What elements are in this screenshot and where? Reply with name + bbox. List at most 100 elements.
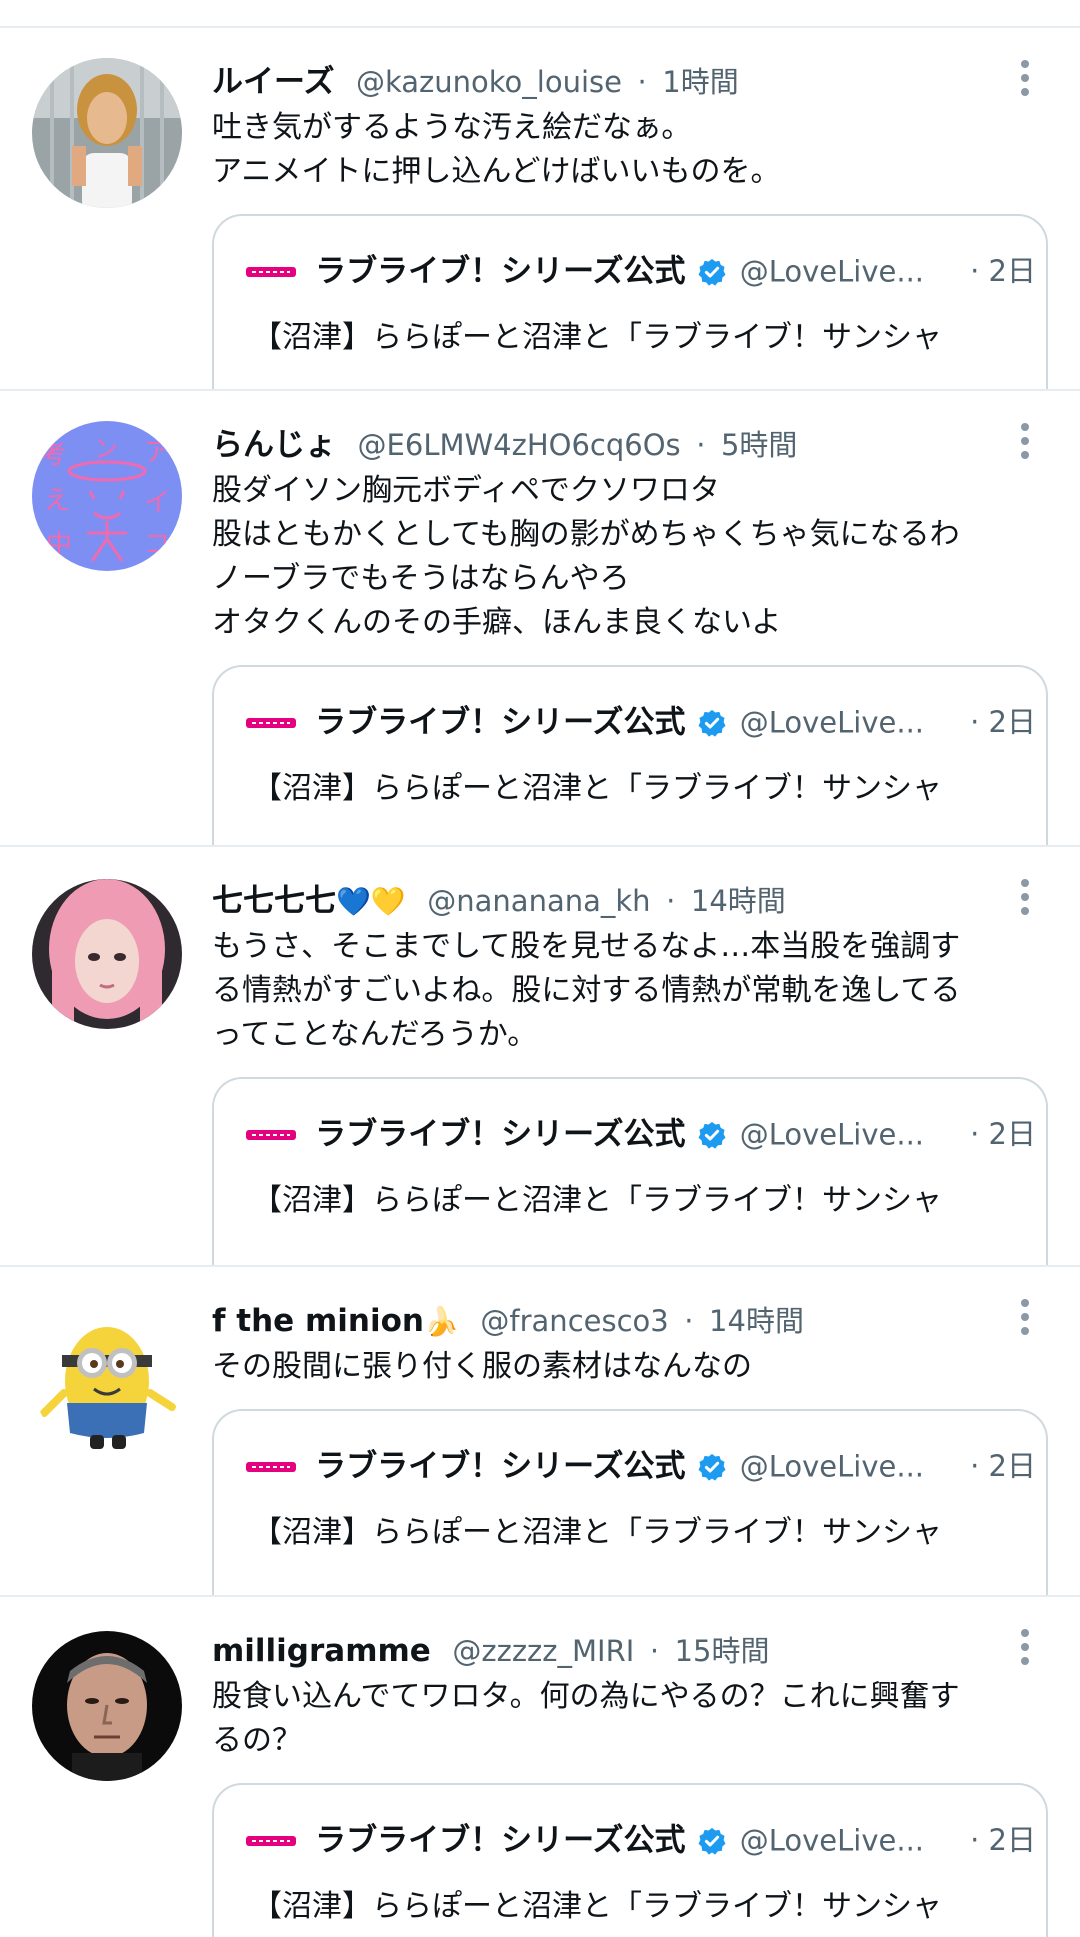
tweet-text-line: その股間に張り付く服の素材はなんなの: [212, 1349, 752, 1384]
minion-character-icon: [32, 1303, 182, 1453]
timestamp[interactable]: 14時間: [709, 1304, 804, 1338]
tweet[interactable]: f the minion🍌 @francesco3 · 14時間 その股間に張り…: [0, 1267, 1080, 1597]
timestamp[interactable]: 1時間: [662, 65, 738, 99]
verified-badge-icon: [698, 709, 726, 737]
display-name[interactable]: f the minion: [212, 1303, 424, 1339]
tweet-text: もうさ、そこまでして股を見せるなよ…本当股を強調す る情熱がすごいよね。股に対す…: [212, 925, 1042, 1057]
quoted-tweet-header: ラブライブ！シリーズ公式 @LoveLive... · 2日: [246, 1109, 1036, 1159]
timestamp[interactable]: 5時間: [721, 428, 797, 462]
quoted-tweet[interactable]: ラブライブ！シリーズ公式 @LoveLive... · 2日 【沼津】ららぽーと…: [212, 665, 1048, 847]
separator: ·: [666, 884, 676, 918]
tweet-content: ルイーズ @kazunoko_louise · 1時間 吐き気がするような汚え絵…: [212, 58, 1048, 391]
quoted-tweet[interactable]: ラブライブ！シリーズ公式 @LoveLive... · 2日 【沼津】ららぽーと…: [212, 1077, 1048, 1267]
timestamp[interactable]: 14時間: [691, 884, 786, 918]
user-photo-icon: [32, 1631, 182, 1781]
svg-text:イ: イ: [144, 488, 170, 518]
tweet-header: f the minion🍌 @francesco3 · 14時間: [212, 1297, 1042, 1345]
quoted-tweet-header: ラブライブ！シリーズ公式 @LoveLive... · 2日: [246, 1815, 1036, 1865]
quoted-tweet[interactable]: ラブライブ！シリーズ公式 @LoveLive... · 2日 【沼津】ららぽーと…: [212, 214, 1048, 391]
svg-text:中: 中: [46, 530, 72, 560]
quoted-tweet-text: 【沼津】ららぽーと沼津と「ラブライブ！サンシャ: [252, 1515, 942, 1550]
tweet[interactable]: 考 ン ア え イ 中 コ らんじょ @E6LMW4zHO6cq6Os · 5時…: [0, 391, 1080, 847]
quoted-tweet-text: 【沼津】ららぽーと沼津と「ラブライブ！サンシャ: [252, 1183, 942, 1218]
tweet-text-line: ノーブラでもそうはならんやろ: [212, 561, 630, 596]
tweet-content: 七七七七💙💛 @nananana_kh · 14時間 もうさ、そこまでして股を見…: [212, 877, 1048, 1267]
user-photo-icon: [32, 58, 182, 208]
quoted-display-name: ラブライブ！シリーズ公式: [315, 1822, 686, 1859]
display-name[interactable]: milligramme: [212, 1633, 431, 1669]
avatar[interactable]: [32, 1631, 182, 1781]
quoted-tweet-header: ラブライブ！シリーズ公式 @LoveLive... · 2日: [246, 697, 1036, 747]
timeline-feed: ルイーズ @kazunoko_louise · 1時間 吐き気がするような汚え絵…: [0, 0, 1080, 1937]
avatar[interactable]: [32, 1303, 182, 1453]
tweet-text-line: 股食い込んでてワロタ。何の為にやるの？これに興奮す: [212, 1679, 960, 1714]
quoted-handle: @LoveLive...: [739, 705, 925, 740]
tweet[interactable]: ルイーズ @kazunoko_louise · 1時間 吐き気がするような汚え絵…: [0, 28, 1080, 391]
display-name[interactable]: ルイーズ: [212, 64, 334, 100]
tweet-text-line: オタクくんのその手癖、ほんま良くないよ: [212, 605, 782, 640]
tweet-text-line: 股はともかくとしても胸の影がめちゃくちゃ気になるわ: [212, 517, 960, 552]
separator: ·: [637, 65, 647, 99]
quoted-tweet-text: 【沼津】ららぽーと沼津と「ラブライブ！サンシャ: [252, 320, 942, 355]
separator: ·: [696, 428, 706, 462]
quoted-tweet-text: 【沼津】ららぽーと沼津と「ラブライブ！サンシャ: [252, 1889, 942, 1924]
tweet-text: 股食い込んでてワロタ。何の為にやるの？これに興奮す るの？: [212, 1675, 1042, 1763]
tweet-text-line: アニメイトに押し込んどけばいいものを。: [212, 154, 781, 189]
verified-badge-icon: [698, 258, 726, 286]
avatar[interactable]: 考 ン ア え イ 中 コ: [32, 421, 182, 571]
quoted-display-name: ラブライブ！シリーズ公式: [315, 253, 686, 290]
tweet-text-line: 股ダイソン胸元ボディペでクソワロタ: [212, 473, 720, 508]
lovelive-logo-icon: [246, 1461, 296, 1472]
quoted-tweet-text: 【沼津】ららぽーと沼津と「ラブライブ！サンシャ: [252, 771, 942, 806]
quoted-tweet[interactable]: ラブライブ！シリーズ公式 @LoveLive... · 2日 【沼津】ららぽーと…: [212, 1409, 1048, 1597]
avatar[interactable]: [32, 58, 182, 208]
svg-text:え: え: [44, 486, 70, 516]
quoted-timestamp: · 2日: [966, 1109, 1036, 1159]
tweet-header: 七七七七💙💛 @nananana_kh · 14時間: [212, 877, 1042, 925]
lovelive-logo-icon: [246, 717, 296, 728]
lovelive-logo-icon: [246, 1835, 296, 1846]
tweet-content: milligramme @zzzzz_MIRI · 15時間 股食い込んでてワロ…: [212, 1627, 1048, 1937]
tweet-text-line: るの？: [212, 1723, 302, 1758]
quoted-timestamp: · 2日: [966, 246, 1036, 296]
quoted-display-name: ラブライブ！シリーズ公式: [315, 1448, 686, 1485]
tweet[interactable]: 七七七七💙💛 @nananana_kh · 14時間 もうさ、そこまでして股を見…: [0, 847, 1080, 1267]
svg-text:考: 考: [40, 440, 66, 470]
tweet-content: f the minion🍌 @francesco3 · 14時間 その股間に張り…: [212, 1297, 1048, 1597]
user-handle[interactable]: @francesco3: [480, 1304, 668, 1338]
user-handle[interactable]: @kazunoko_louise: [356, 65, 622, 99]
quoted-handle: @LoveLive...: [739, 254, 925, 289]
separator: ·: [649, 1634, 660, 1668]
tweet-text: 股ダイソン胸元ボディペでクソワロタ 股はともかくとしても胸の影がめちゃくちゃ気に…: [212, 469, 1042, 645]
verified-badge-icon: [698, 1827, 726, 1855]
doodle-drawing-avatar-icon: 考 ン ア え イ 中 コ: [32, 421, 182, 571]
quoted-timestamp: · 2日: [966, 1815, 1036, 1865]
tweet-text: その股間に張り付く服の素材はなんなの: [212, 1345, 1042, 1389]
avatar[interactable]: [32, 879, 182, 1029]
quoted-tweet-header: ラブライブ！シリーズ公式 @LoveLive... · 2日: [246, 1441, 1036, 1491]
separator: ·: [684, 1304, 694, 1338]
display-name[interactable]: らんじょ: [212, 427, 336, 463]
tweet-text: 吐き気がするような汚え絵だなぁ。 アニメイトに押し込んどけばいいものを。: [212, 106, 1042, 194]
name-emoji: 🍌: [423, 1305, 459, 1338]
quoted-handle: @LoveLive...: [739, 1117, 925, 1152]
lovelive-logo-icon: [246, 1129, 296, 1140]
quoted-tweet-header: ラブライブ！シリーズ公式 @LoveLive... · 2日: [246, 246, 1036, 296]
quoted-handle: @LoveLive...: [739, 1823, 925, 1858]
timestamp[interactable]: 15時間: [675, 1634, 770, 1668]
tweet-text-line: ってことなんだろうか。: [212, 1017, 538, 1052]
user-handle[interactable]: @zzzzz_MIRI: [452, 1634, 634, 1668]
quoted-display-name: ラブライブ！シリーズ公式: [315, 1116, 686, 1153]
tweet-text-line: もうさ、そこまでして股を見せるなよ…本当股を強調す: [212, 929, 961, 964]
svg-text:ア: ア: [144, 438, 170, 468]
name-emoji: 💙💛: [336, 885, 406, 918]
display-name[interactable]: 七七七七: [212, 883, 336, 919]
quoted-tweet[interactable]: ラブライブ！シリーズ公式 @LoveLive... · 2日 【沼津】ららぽーと…: [212, 1783, 1048, 1937]
tweet[interactable]: milligramme @zzzzz_MIRI · 15時間 股食い込んでてワロ…: [0, 1597, 1080, 1937]
tweet-content: らんじょ @E6LMW4zHO6cq6Os · 5時間 股ダイソン胸元ボディペで…: [212, 421, 1048, 847]
tweet-text-line: 吐き気がするような汚え絵だなぁ。: [212, 110, 692, 145]
user-handle[interactable]: @E6LMW4zHO6cq6Os: [358, 428, 681, 462]
user-handle[interactable]: @nananana_kh: [427, 884, 650, 918]
quoted-timestamp: · 2日: [966, 697, 1036, 747]
quoted-handle: @LoveLive...: [739, 1449, 925, 1484]
